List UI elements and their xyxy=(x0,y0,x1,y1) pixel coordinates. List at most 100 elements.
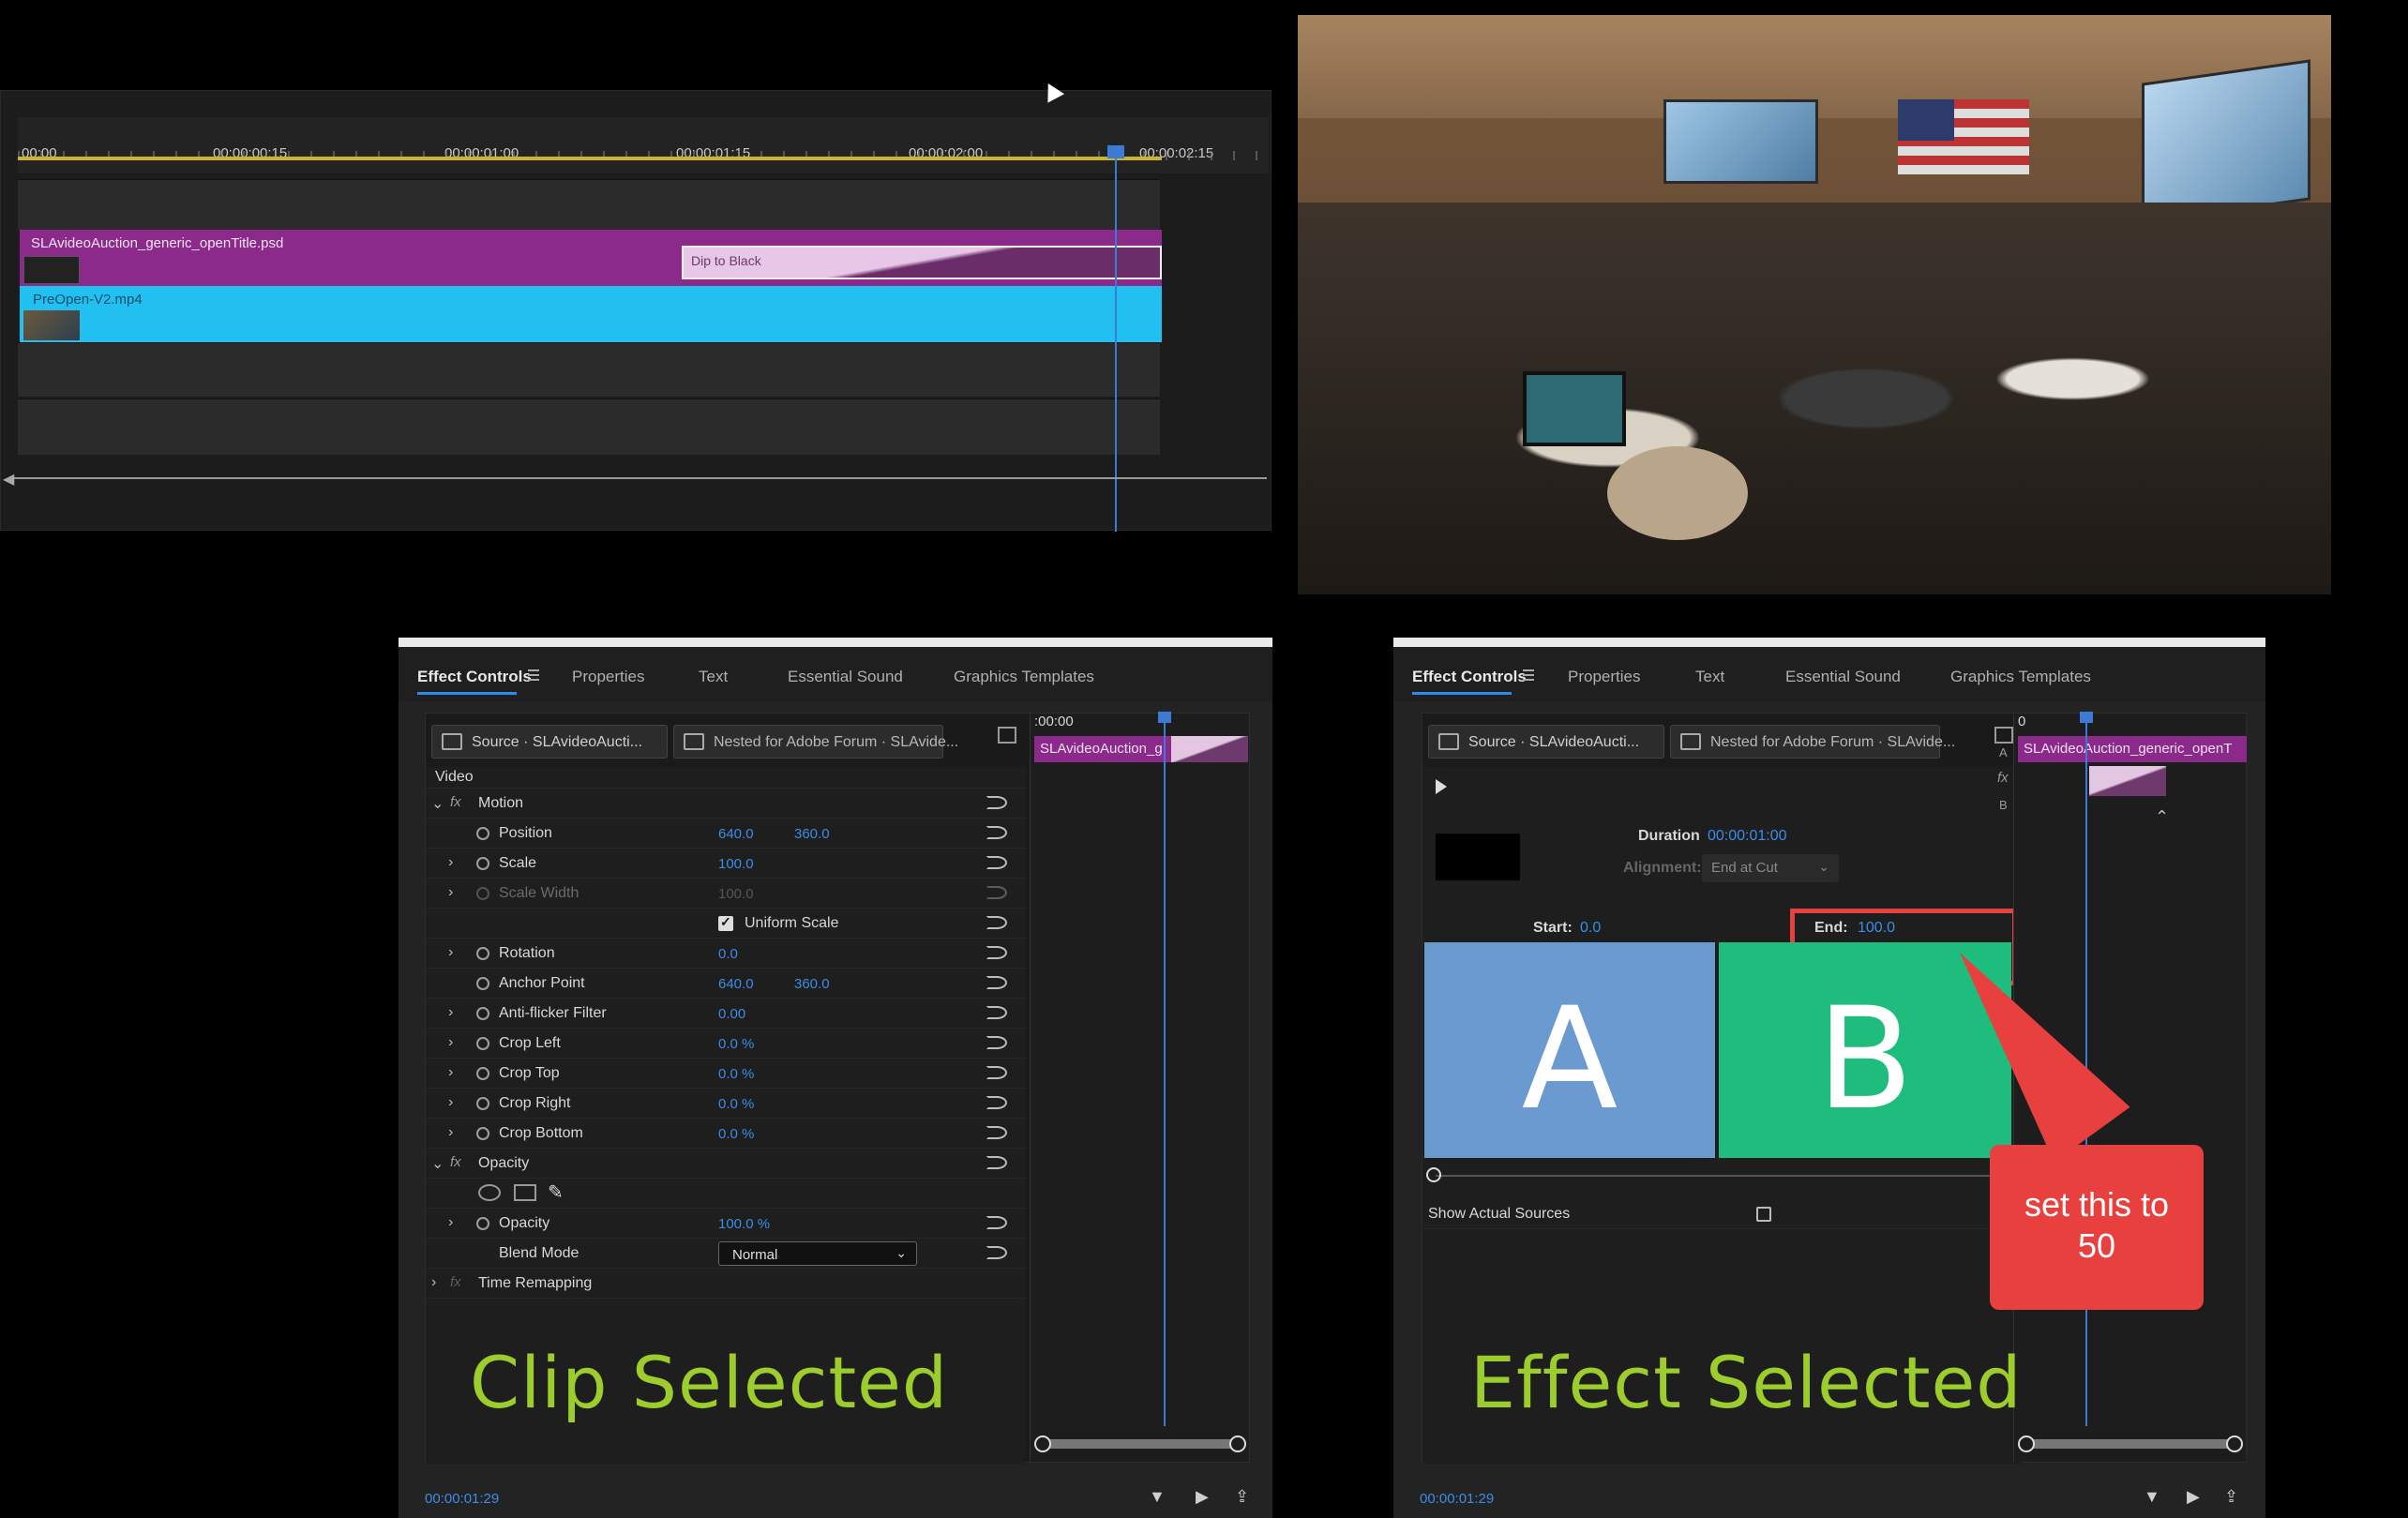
tab-graphics-templates[interactable]: Graphics Templates xyxy=(954,668,1094,686)
crop-right-value[interactable]: 0.0 % xyxy=(718,1096,754,1112)
tab-properties[interactable]: Properties xyxy=(1568,668,1640,686)
crop-left-value[interactable]: 0.0 % xyxy=(718,1036,754,1052)
work-area-bar[interactable] xyxy=(18,157,1162,160)
crop-top-row[interactable]: › Crop Top 0.0 % xyxy=(426,1059,1026,1089)
stopwatch-icon[interactable] xyxy=(476,827,489,840)
crop-bottom-value[interactable]: 0.0 % xyxy=(718,1126,754,1142)
start-value[interactable]: 0.0 xyxy=(1580,920,1601,937)
anti-flicker-value[interactable]: 0.00 xyxy=(718,1006,745,1022)
uniform-scale-row[interactable]: Uniform Scale xyxy=(426,909,1026,939)
position-x-value[interactable]: 640.0 xyxy=(718,826,754,842)
effect-controls-panel-clip[interactable]: Effect Controls Properties Text Essentia… xyxy=(399,638,1272,1518)
scale-row[interactable]: › Scale 100.0 xyxy=(426,849,1026,879)
panel-menu-icon[interactable] xyxy=(1523,669,1534,681)
stopwatch-icon[interactable] xyxy=(476,947,489,960)
mini-clip-bar[interactable]: SLAvideoAuction_generic_openT xyxy=(2018,736,2247,762)
stopwatch-icon[interactable] xyxy=(476,857,489,870)
reset-icon[interactable] xyxy=(986,946,1007,959)
reset-icon[interactable] xyxy=(986,976,1007,989)
stopwatch-icon[interactable] xyxy=(476,1217,489,1230)
position-y-value[interactable]: 360.0 xyxy=(794,826,830,842)
reset-icon[interactable] xyxy=(986,1066,1007,1079)
reset-icon[interactable] xyxy=(986,1126,1007,1139)
timeline-ruler[interactable]: 00:00 00:00:00:15 00:00:01:00 00:00:01:1… xyxy=(18,117,1269,173)
anchor-x-value[interactable]: 640.0 xyxy=(718,976,754,992)
tab-properties[interactable]: Properties xyxy=(572,668,644,686)
mini-transition[interactable] xyxy=(2089,766,2166,796)
duration-value[interactable]: 00:00:01:00 xyxy=(1708,828,1787,845)
stopwatch-icon[interactable] xyxy=(476,1097,489,1110)
nested-sequence-tab[interactable]: Nested for Adobe Forum · SLAvide... xyxy=(673,725,958,759)
panel-menu-icon[interactable] xyxy=(528,669,539,681)
track-a2[interactable] xyxy=(18,398,1160,455)
expand-chevron-icon[interactable]: › xyxy=(448,1214,453,1231)
mini-playhead[interactable] xyxy=(1164,714,1166,1426)
transition-slider-track[interactable] xyxy=(1436,1175,2008,1177)
crop-top-value[interactable]: 0.0 % xyxy=(718,1066,754,1082)
export-icon[interactable]: ⇪ xyxy=(1235,1487,1249,1507)
reset-icon[interactable] xyxy=(986,1036,1007,1049)
current-timecode[interactable]: 00:00:01:29 xyxy=(1420,1491,1494,1507)
fx-icon[interactable]: fx xyxy=(450,794,461,810)
blend-mode-row[interactable]: Blend Mode Normal ⌄ xyxy=(426,1239,1026,1269)
rotation-value[interactable]: 0.0 xyxy=(718,946,738,962)
tab-graphics-templates[interactable]: Graphics Templates xyxy=(1950,668,2091,686)
tab-essential-sound[interactable]: Essential Sound xyxy=(788,668,903,686)
effect-mini-timeline[interactable]: :00:00 SLAvideoAuction_g xyxy=(1030,712,1249,1462)
reset-icon[interactable] xyxy=(986,916,1007,929)
scale-value[interactable]: 100.0 xyxy=(718,856,754,872)
reset-icon[interactable] xyxy=(986,1216,1007,1229)
nested-sequence-tab[interactable]: Nested for Adobe Forum · SLAvide... xyxy=(1670,725,1955,759)
effect-controls-panel-effect[interactable]: Effect Controls Properties Text Essentia… xyxy=(1393,638,2265,1518)
motion-row[interactable]: ⌄ fx Motion xyxy=(426,789,1026,819)
stopwatch-icon[interactable] xyxy=(476,1127,489,1140)
transition-slider-knob[interactable] xyxy=(1426,1167,1441,1182)
play-only-audio-icon[interactable]: ▶ xyxy=(1196,1487,1209,1507)
opacity-row[interactable]: › Opacity 100.0 % xyxy=(426,1209,1026,1239)
opacity-value[interactable]: 100.0 % xyxy=(718,1216,770,1232)
stopwatch-icon[interactable] xyxy=(476,1037,489,1050)
track-v3[interactable] xyxy=(18,179,1160,230)
play-transition-icon[interactable] xyxy=(1436,779,1447,794)
tab-text[interactable]: Text xyxy=(699,668,728,686)
source-tab[interactable]: Source · SLAvideoAucti... xyxy=(1428,725,1664,759)
filter-icon[interactable]: ▼ xyxy=(1149,1487,1166,1507)
scroll-left-icon[interactable]: ◀ xyxy=(3,470,14,488)
expand-chevron-icon[interactable]: › xyxy=(431,1274,436,1291)
rectangle-mask-icon[interactable] xyxy=(514,1184,536,1201)
tab-effect-controls[interactable]: Effect Controls xyxy=(1412,668,1527,686)
toggle-timeline-view-icon[interactable] xyxy=(998,727,1016,744)
mini-transition[interactable] xyxy=(1171,736,1248,762)
ellipse-mask-icon[interactable] xyxy=(478,1184,501,1201)
dip-to-black-transition[interactable]: Dip to Black xyxy=(682,246,1162,279)
stopwatch-icon[interactable] xyxy=(476,1007,489,1020)
reset-icon[interactable] xyxy=(986,1156,1007,1169)
anchor-y-value[interactable]: 360.0 xyxy=(794,976,830,992)
export-icon[interactable]: ⇪ xyxy=(2224,1487,2238,1507)
mini-timeline-scrollbar[interactable] xyxy=(2018,1435,2243,1452)
show-actual-sources-row[interactable]: Show Actual Sources xyxy=(1422,1199,2011,1229)
expand-chevron-icon[interactable]: › xyxy=(448,1094,453,1111)
video-clip[interactable]: PreOpen-V2.mp4 xyxy=(20,286,1162,342)
playhead[interactable] xyxy=(1115,147,1117,532)
show-actual-sources-checkbox[interactable] xyxy=(1756,1207,1771,1222)
crop-bottom-row[interactable]: › Crop Bottom 0.0 % xyxy=(426,1119,1026,1149)
timeline-scrollbar[interactable] xyxy=(10,477,1267,479)
collapse-chevron-icon[interactable]: ⌄ xyxy=(431,1154,444,1173)
track-a1[interactable] xyxy=(18,342,1160,397)
tab-effect-controls[interactable]: Effect Controls xyxy=(417,668,532,686)
alignment-dropdown[interactable]: End at Cut ⌄ xyxy=(1702,854,1839,882)
time-remapping-row[interactable]: › fx Time Remapping xyxy=(426,1269,1026,1299)
play-only-audio-icon[interactable]: ▶ xyxy=(2187,1487,2200,1507)
filter-icon[interactable]: ▼ xyxy=(2144,1487,2160,1507)
opacity-section-row[interactable]: ⌄ fx Opacity xyxy=(426,1149,1026,1179)
reset-icon[interactable] xyxy=(986,1096,1007,1109)
crop-right-row[interactable]: › Crop Right 0.0 % xyxy=(426,1089,1026,1119)
crop-left-row[interactable]: › Crop Left 0.0 % xyxy=(426,1029,1026,1059)
expand-chevron-icon[interactable]: › xyxy=(448,854,453,871)
expand-chevron-icon[interactable]: › xyxy=(448,1124,453,1141)
tab-text[interactable]: Text xyxy=(1695,668,1724,686)
mini-timeline-scrollbar[interactable] xyxy=(1034,1435,1246,1452)
anti-flicker-row[interactable]: › Anti-flicker Filter 0.00 xyxy=(426,999,1026,1029)
anchor-point-row[interactable]: Anchor Point 640.0 360.0 xyxy=(426,969,1026,999)
